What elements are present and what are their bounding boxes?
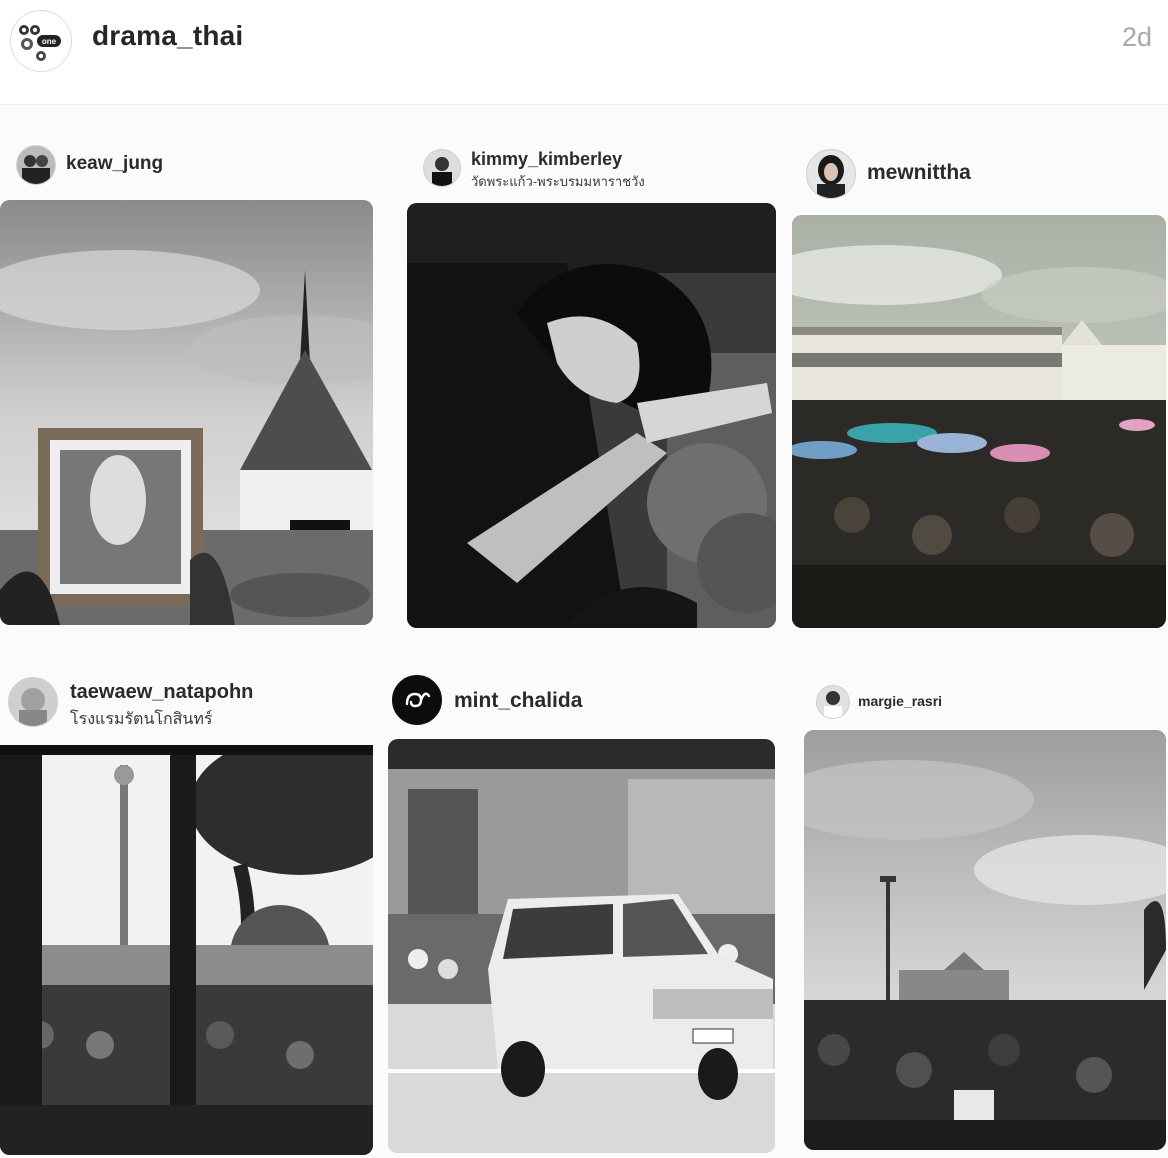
- collage-username[interactable]: mewnittha: [867, 161, 971, 185]
- collage-username[interactable]: kimmy_kimberley: [471, 149, 622, 170]
- account-avatar[interactable]: one: [10, 10, 72, 72]
- post-timestamp: 2d: [1121, 22, 1152, 52]
- collage-item: kimmy_kimberley วัดพระแก้ว-พระบรมมหาราชว…: [405, 105, 777, 630]
- collage-username[interactable]: keaw_jung: [66, 153, 163, 175]
- palace-crowd-umbrellas-photo: [792, 215, 1166, 628]
- window-crowd-photo: [0, 745, 373, 1155]
- collage-location: โรงแรมรัตนโกสินทร์: [70, 711, 213, 728]
- svg-text:one: one: [42, 37, 57, 46]
- user-avatar-icon[interactable]: [816, 685, 850, 719]
- collage-item: taewaew_natapohn โรงแรมรัตนโกสินทร์: [0, 665, 376, 1158]
- collage-item: mint_chalida: [388, 665, 778, 1158]
- one-channel-logo-icon: one: [11, 11, 71, 71]
- collage-username[interactable]: taewaew_natapohn: [70, 681, 253, 704]
- collage-location: วัดพระแก้ว-พระบรมมหาราชวัง: [471, 174, 645, 189]
- collage-item: mewnittha: [790, 105, 1168, 630]
- photo-collage: keaw_jung kimmy_kimberley วัดพระแก้ว-พระ…: [0, 105, 1168, 1158]
- collage-item: margie_rasri: [802, 665, 1168, 1158]
- royal-van-photo: [388, 739, 775, 1153]
- thai-numeral-nine-icon[interactable]: [392, 675, 442, 725]
- account-username[interactable]: drama_thai: [92, 20, 243, 52]
- post-header: one drama_thai 2d: [0, 0, 1168, 105]
- collage-item: keaw_jung: [0, 105, 376, 625]
- collage-username[interactable]: mint_chalida: [454, 689, 582, 713]
- crowd-sky-photo: [804, 730, 1166, 1150]
- user-avatar-icon[interactable]: [806, 149, 856, 199]
- user-avatar-icon[interactable]: [423, 149, 461, 187]
- woman-praying-photo: [407, 203, 776, 628]
- user-avatar-icon[interactable]: [8, 677, 58, 727]
- user-avatar-icon[interactable]: [16, 145, 56, 185]
- collage-username[interactable]: margie_rasri: [858, 693, 942, 709]
- grand-palace-portrait-photo: [0, 200, 373, 625]
